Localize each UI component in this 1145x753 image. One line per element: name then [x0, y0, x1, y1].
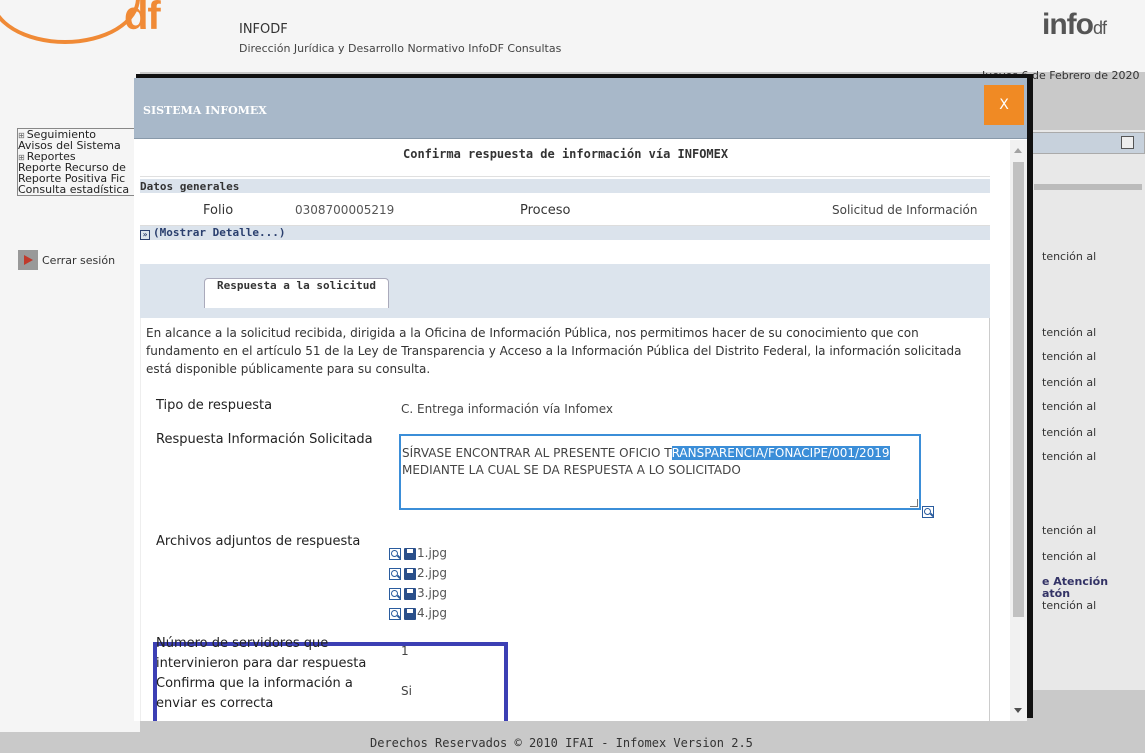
file-item[interactable]: 4.jpg [389, 600, 447, 620]
expand-icon: ⊞ [18, 131, 25, 140]
scroll-up-icon[interactable] [1014, 148, 1022, 153]
proceso-value: Solicitud de Información [832, 203, 978, 217]
archivos-label: Archivos adjuntos de respuesta [156, 534, 361, 549]
respuesta-text-pre: SÍRVASE ENCONTRAR AL PRESENTE OFICIO T [402, 446, 672, 460]
resize-handle[interactable] [910, 499, 918, 507]
tipo-value: C. Entrega información vía Infomex [401, 402, 613, 416]
right-panel-header [1030, 132, 1145, 154]
tipo-label: Tipo de respuesta [156, 398, 273, 413]
tab-respuesta[interactable]: Respuesta a la solicitud [204, 278, 389, 308]
right-panel-item[interactable]: tención al [1042, 599, 1096, 612]
logo-left: df [124, 0, 161, 38]
file-item[interactable]: 1.jpg [389, 540, 447, 560]
logo-right-suffix: df [1092, 18, 1107, 38]
folio-label: Folio [203, 203, 234, 218]
logout-link[interactable]: Cerrar sesión [18, 250, 115, 270]
scroll-down-icon[interactable] [1014, 708, 1022, 713]
menu-item-seguimiento[interactable]: ⊞ Seguimiento [18, 129, 136, 140]
right-panel-divider [1034, 184, 1142, 190]
footer: Derechos Reservados © 2010 IFAI - Infome… [370, 736, 753, 750]
confirma-value: Si [401, 684, 412, 698]
modal-titlebar: SISTEMA INFOMEX X [134, 78, 1027, 139]
intro-text: En alcance a la solicitud recibida, diri… [146, 326, 962, 376]
logout-label: Cerrar sesión [42, 253, 116, 267]
save-icon[interactable] [404, 568, 416, 580]
file-name: 2.jpg [417, 566, 448, 580]
confirma-label-2: enviar es correcta [156, 696, 274, 711]
right-panel-item[interactable]: tención al [1042, 524, 1096, 537]
servidores-value: 1 [401, 644, 409, 658]
right-panel-item[interactable]: tención al [1042, 250, 1096, 263]
right-panel-item[interactable]: tención al [1042, 350, 1096, 363]
show-detail-label: (Mostrar Detalle...) [153, 226, 286, 239]
modal-dialog: SISTEMA INFOMEX X Confirma respuesta de … [134, 78, 1027, 721]
chevron-down-icon: » [140, 230, 150, 240]
right-panel-item[interactable]: tención al [1042, 550, 1096, 563]
modal-title: SISTEMA INFOMEX [143, 104, 267, 117]
right-panel-item[interactable]: tención al [1042, 400, 1096, 413]
zoom-icon[interactable] [389, 588, 401, 600]
logout-icon [18, 250, 38, 270]
menu-item-label: Reportes [26, 151, 76, 162]
window-icon[interactable] [1121, 136, 1134, 149]
file-item[interactable]: 3.jpg [389, 580, 447, 600]
zoom-icon[interactable] [922, 506, 934, 518]
save-icon[interactable] [404, 608, 416, 620]
datos-generales-row: Folio 0308700005219 Proceso Solicitud de… [140, 196, 990, 226]
menu-item-consulta-estadistica[interactable]: Consulta estadística [18, 184, 136, 195]
zoom-icon[interactable] [389, 608, 401, 620]
file-name: 1.jpg [417, 546, 448, 560]
right-panel-item[interactable]: tención al [1042, 326, 1096, 339]
right-panel-item[interactable]: tención al [1042, 426, 1096, 439]
save-icon[interactable] [404, 588, 416, 600]
proceso-label: Proceso [520, 203, 571, 218]
page-header: df INFODF Dirección Jurídica y Desarroll… [0, 0, 1145, 72]
file-name: 4.jpg [417, 606, 448, 620]
right-panel-item[interactable]: tención al [1042, 376, 1096, 389]
respuesta-text-post: MEDIANTE LA CUAL SE DA RESPUESTA A LO SO… [402, 463, 741, 477]
right-panel-item[interactable]: tención al [1042, 450, 1096, 463]
logo-ring-graphic [0, 0, 140, 44]
detail-row: » (Mostrar Detalle...) [140, 226, 990, 240]
servidores-label-1: Número de servidores que [156, 636, 329, 651]
scroll-thumb[interactable] [1013, 162, 1024, 617]
menu-item-avisos[interactable]: Avisos del Sistema [18, 140, 136, 151]
modal-body: Confirma respuesta de información vía IN… [134, 140, 1010, 721]
side-menu: ⊞ Seguimiento Avisos del Sistema ⊞ Reporte… [17, 128, 137, 196]
file-item[interactable]: 2.jpg [389, 560, 447, 580]
logo-right-text: info [1042, 8, 1094, 41]
expand-icon: ⊞ [18, 153, 25, 162]
servidores-label-2: intervinieron para dar respuesta [156, 656, 367, 671]
datos-generales-bar: Datos generales [140, 179, 990, 193]
menu-item-reporte-positiva[interactable]: Reporte Positiva Fic [18, 173, 136, 184]
confirm-header: Confirma respuesta de información vía IN… [140, 140, 990, 177]
menu-item-reporte-recurso[interactable]: Reporte Recurso de [18, 162, 136, 173]
close-button[interactable]: X [984, 85, 1024, 125]
menu-item-reportes[interactable]: ⊞ Reportes [18, 151, 136, 162]
zoom-icon[interactable] [389, 568, 401, 580]
header-title: INFODF [239, 22, 288, 37]
header-subtitle: Dirección Jurídica y Desarrollo Normativ… [239, 42, 562, 55]
modal-scrollbar[interactable] [1010, 140, 1027, 721]
respuesta-text-selected: RANSPARENCIA/FONACIPE/001/2019 [671, 446, 890, 460]
zoom-icon[interactable] [389, 548, 401, 560]
respuesta-label: Respuesta Información Solicitada [156, 432, 373, 447]
datos-generales-label: Datos generales [140, 180, 240, 193]
logo-right: infodf [1042, 8, 1107, 42]
confirma-label-1: Confirma que la información a [156, 676, 353, 691]
tab-bar: Respuesta a la solicitud [140, 264, 990, 318]
folio-value: 0308700005219 [295, 203, 395, 217]
save-icon[interactable] [404, 548, 416, 560]
menu-item-label: Seguimiento [26, 129, 97, 140]
right-panel: tención al tención al tención al tención… [1030, 130, 1145, 690]
confirm-title: Confirma respuesta de información vía IN… [403, 147, 729, 161]
file-name: 3.jpg [417, 586, 448, 600]
respuesta-textarea[interactable]: SÍRVASE ENCONTRAR AL PRESENTE OFICIO TRA… [399, 434, 921, 510]
response-content: En alcance a la solicitud recibida, diri… [140, 318, 990, 721]
show-detail-link[interactable]: » (Mostrar Detalle...) [140, 226, 285, 240]
